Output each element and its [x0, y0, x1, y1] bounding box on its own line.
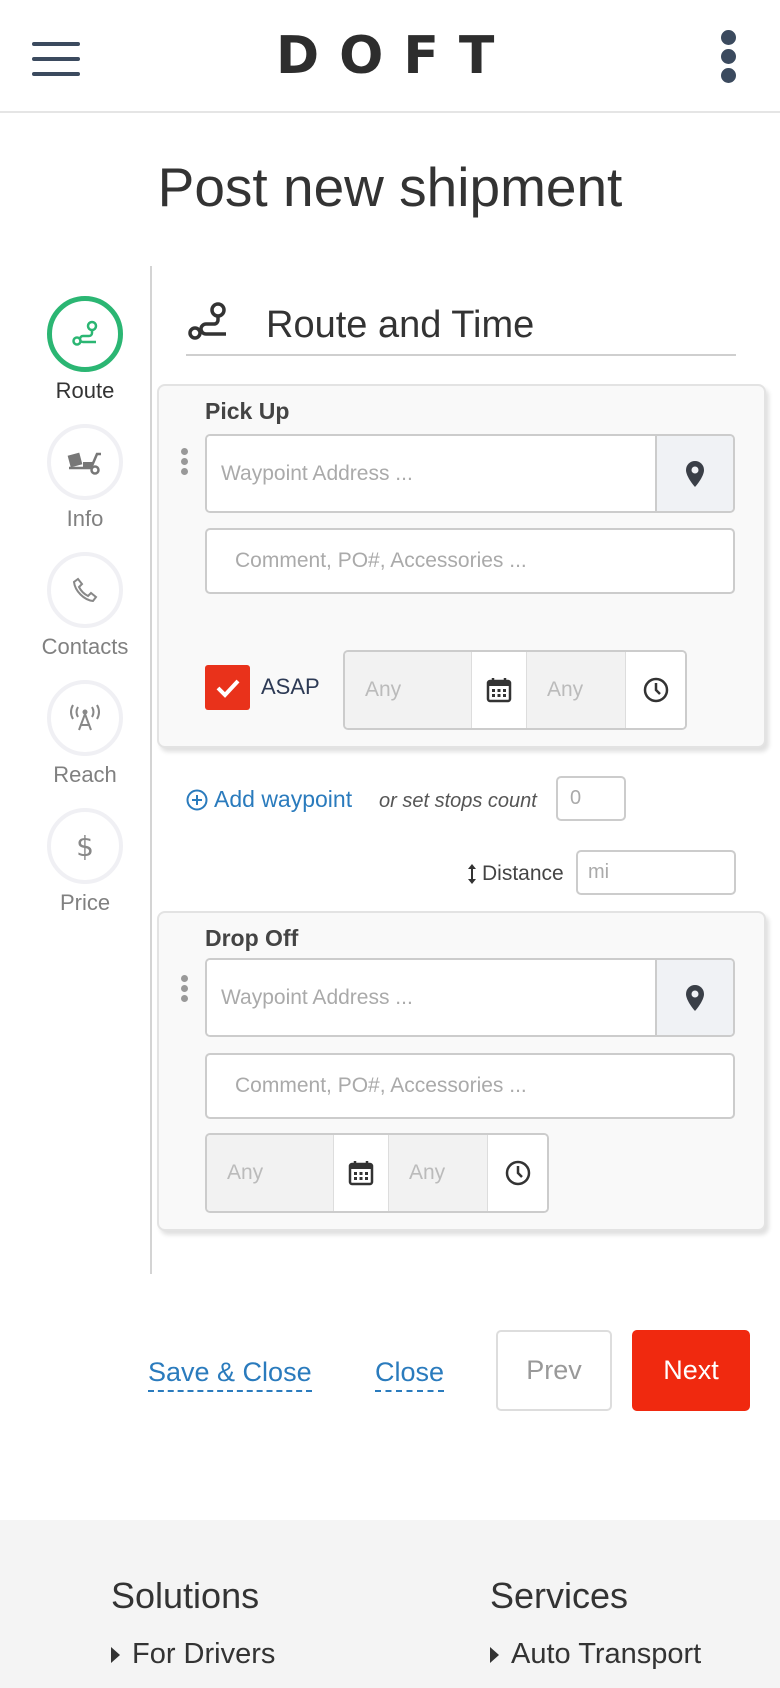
- more-options-icon[interactable]: [717, 30, 741, 84]
- footer: Solutions For Drivers Services Auto Tran…: [0, 1520, 780, 1688]
- footer-services-title: Services: [490, 1575, 629, 1616]
- section-heading: Route and Time: [186, 296, 736, 356]
- dollar-icon: $: [47, 808, 123, 884]
- page-title: Post new shipment: [157, 156, 623, 218]
- clock-icon[interactable]: [487, 1135, 547, 1211]
- calendar-icon[interactable]: [333, 1135, 389, 1211]
- dropoff-card: Drop Off: [157, 911, 766, 1231]
- pickup-datetime: [343, 650, 687, 730]
- asap-checkbox[interactable]: [205, 665, 250, 710]
- drag-handle-icon[interactable]: [181, 448, 189, 478]
- step-route[interactable]: Route: [30, 296, 140, 404]
- step-info[interactable]: Info: [30, 424, 140, 532]
- section-title: Route and Time: [266, 304, 535, 346]
- step-label: Reach: [53, 762, 117, 787]
- step-label: Contacts: [41, 634, 129, 659]
- add-waypoint-link[interactable]: Add waypoint: [186, 786, 352, 813]
- calendar-icon[interactable]: [471, 652, 527, 728]
- pickup-address-input[interactable]: [207, 436, 657, 511]
- pickup-address-field: [205, 434, 735, 513]
- pickup-card: Pick Up ASAP: [157, 384, 766, 748]
- close-link[interactable]: Close: [375, 1357, 445, 1392]
- caret-right-icon: [111, 1646, 120, 1663]
- broadcast-icon: [47, 680, 123, 756]
- step-label: Route: [55, 378, 115, 403]
- phone-icon: [47, 552, 123, 628]
- menu-icon[interactable]: [32, 42, 80, 76]
- pickup-title: Pick Up: [205, 398, 290, 424]
- footer-link-label: Auto Transport: [511, 1638, 702, 1670]
- pickup-date-input[interactable]: [345, 652, 471, 728]
- vertical-arrows-icon: [468, 864, 476, 884]
- dropoff-comment-input[interactable]: [205, 1053, 735, 1119]
- footer-link-label: For Drivers: [132, 1638, 276, 1670]
- stops-count-input[interactable]: [556, 776, 626, 821]
- logo[interactable]: DOFT: [276, 26, 506, 86]
- truck-icon: [47, 424, 123, 500]
- plus-circle-icon: [186, 789, 208, 810]
- step-contacts[interactable]: Contacts: [30, 552, 140, 660]
- dropoff-address-input[interactable]: [207, 960, 657, 1035]
- route-icon: [188, 302, 226, 340]
- asap-label: ASAP: [261, 674, 320, 699]
- step-reach[interactable]: Reach: [30, 680, 140, 788]
- footer-link-auto-transport[interactable]: Auto Transport: [490, 1638, 701, 1671]
- dropoff-date-input[interactable]: [207, 1135, 333, 1211]
- clock-icon[interactable]: [625, 652, 685, 728]
- footer-link-for-drivers[interactable]: For Drivers: [111, 1638, 275, 1671]
- step-price[interactable]: $ Price: [30, 808, 140, 916]
- add-waypoint-label: Add waypoint: [214, 786, 353, 812]
- save-close-link[interactable]: Save & Close: [148, 1357, 312, 1392]
- distance-label: Distance: [466, 862, 564, 886]
- dropoff-title: Drop Off: [205, 925, 299, 951]
- pickup-time-input[interactable]: [527, 652, 625, 728]
- app-header: DOFT: [0, 0, 780, 113]
- caret-right-icon: [490, 1646, 499, 1663]
- prev-button[interactable]: Prev: [496, 1330, 612, 1411]
- footer-solutions-title: Solutions: [111, 1575, 260, 1616]
- map-pin-icon[interactable]: [655, 960, 733, 1035]
- dropoff-time-input[interactable]: [389, 1135, 487, 1211]
- map-pin-icon[interactable]: [655, 436, 733, 511]
- next-button[interactable]: Next: [632, 1330, 750, 1411]
- step-label: Info: [66, 506, 104, 531]
- distance-label-text: Distance: [482, 862, 564, 885]
- dropoff-address-field: [205, 958, 735, 1037]
- dropoff-datetime: [205, 1133, 549, 1213]
- pickup-comment-input[interactable]: [205, 528, 735, 594]
- step-label: Price: [59, 890, 111, 915]
- stops-count-text: or set stops count: [379, 790, 537, 812]
- route-icon: [47, 296, 123, 372]
- distance-input[interactable]: [576, 850, 736, 895]
- drag-handle-icon[interactable]: [181, 975, 189, 1005]
- stepper-divider: [150, 266, 152, 1274]
